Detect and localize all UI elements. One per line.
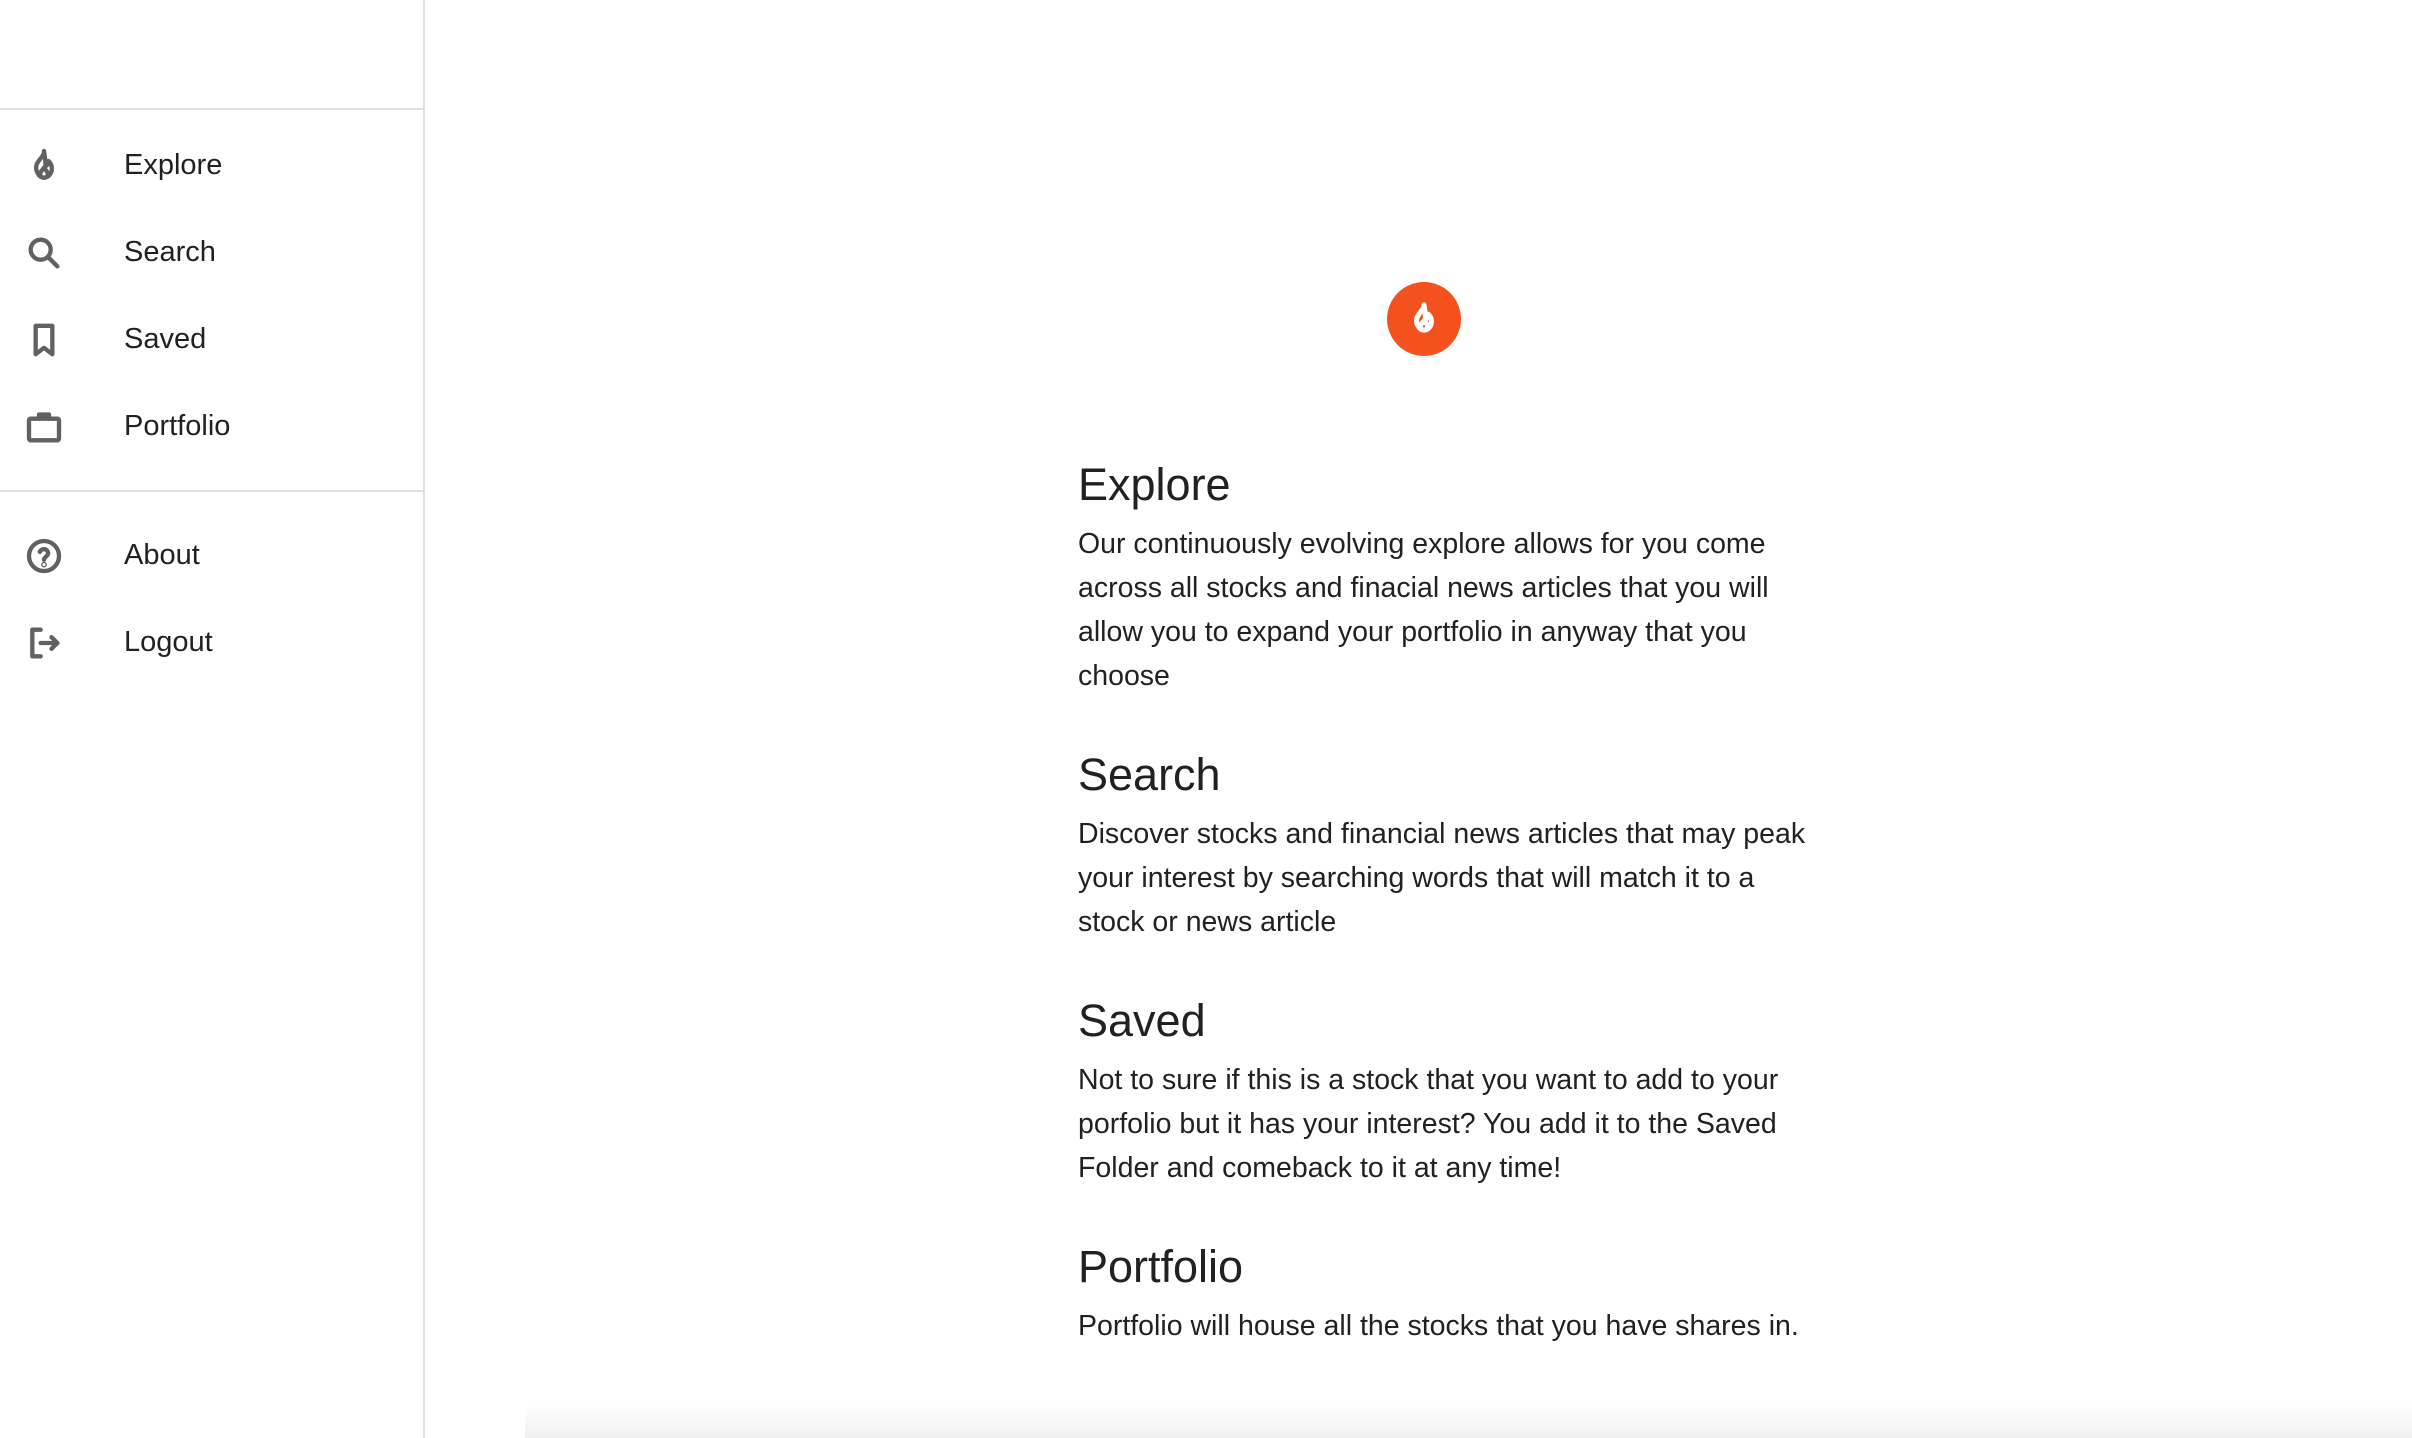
section-text: Discover stocks and financial news artic… (1078, 818, 1806, 938)
brand-badge (1387, 282, 1461, 356)
section-title: Portfolio (1078, 1241, 1244, 1292)
section-explore: Explore Our continuously evolving explor… (1078, 458, 1813, 698)
logout-icon (22, 621, 66, 665)
section-title: Search (1078, 749, 1221, 800)
section-title: Explore (1078, 459, 1231, 510)
bottom-shadow (525, 1404, 2412, 1438)
section-saved: Saved Not to sure if this is a stock tha… (1078, 994, 1813, 1190)
sidebar-item-logout[interactable]: Logout (0, 599, 423, 686)
sidebar-item-about[interactable]: About (0, 512, 423, 599)
sidebar-item-explore[interactable]: Explore (0, 122, 423, 209)
help-circle-icon (22, 534, 66, 578)
sidebar-item-search[interactable]: Search (0, 209, 423, 296)
section-portfolio: Portfolio Portfolio will house all the s… (1078, 1240, 1813, 1348)
sidebar-item-label: Explore (124, 149, 223, 181)
sidebar-item-portfolio[interactable]: Portfolio (0, 383, 423, 470)
bookmark-icon (22, 318, 66, 362)
about-sections: Explore Our continuously evolving explor… (1078, 458, 1813, 1398)
section-text: Our continuously evolving explore allows… (1078, 528, 1769, 692)
main-content: Explore Our continuously evolving explor… (425, 0, 2412, 1438)
sidebar-item-saved[interactable]: Saved (0, 296, 423, 383)
sidebar-item-label: About (124, 539, 200, 571)
flame-icon (1405, 300, 1443, 338)
briefcase-icon (22, 405, 66, 449)
flame-icon (22, 144, 66, 188)
nav-primary: Explore Search Saved Portfolio (0, 110, 423, 492)
section-title: Saved (1078, 995, 1206, 1046)
sidebar-header (0, 0, 423, 110)
sidebar-item-label: Search (124, 236, 216, 268)
app-root: Explore Search Saved Portfolio About Log… (0, 0, 2412, 1438)
search-icon (22, 231, 66, 275)
nav-secondary: About Logout (0, 492, 423, 701)
section-search: Search Discover stocks and financial new… (1078, 748, 1813, 944)
section-text: Portfolio will house all the stocks that… (1078, 1310, 1799, 1342)
sidebar: Explore Search Saved Portfolio About Log… (0, 0, 425, 1438)
sidebar-item-label: Saved (124, 323, 207, 355)
sidebar-item-label: Portfolio (124, 410, 231, 442)
sidebar-item-label: Logout (124, 626, 213, 658)
section-text: Not to sure if this is a stock that you … (1078, 1064, 1779, 1184)
